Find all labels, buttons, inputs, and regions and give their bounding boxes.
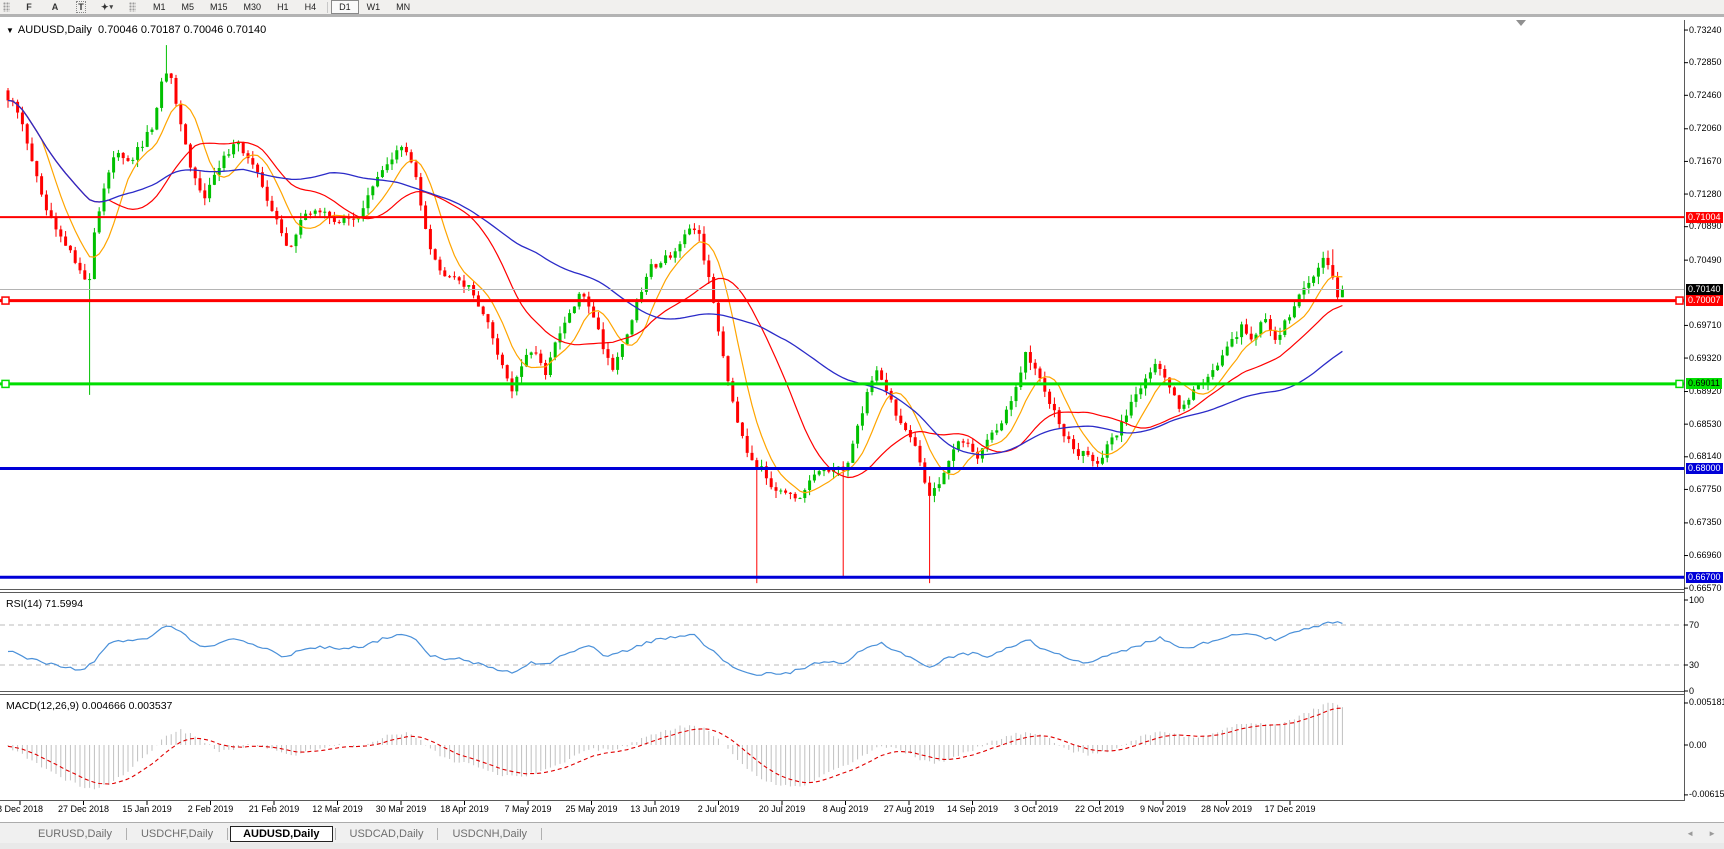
drawing-tools-group: FAT ✦▾ xyxy=(19,1,117,13)
text-tool-icon[interactable]: T xyxy=(71,1,91,13)
timeframe-button-h4[interactable]: H4 xyxy=(297,0,325,14)
timeframe-button-w1[interactable]: W1 xyxy=(359,0,389,14)
toolbar-separator xyxy=(0,14,1724,17)
timeframe-button-d1[interactable]: D1 xyxy=(331,0,359,14)
ma-fast-line xyxy=(8,100,1342,492)
chart-tab-usdcnh[interactable]: USDCNH,Daily xyxy=(440,826,539,842)
chart-tab-eurusd[interactable]: EURUSD,Daily xyxy=(26,826,124,842)
chart-toolbar: FAT ✦▾ M1M5M15M30H1H4 D1W1MN xyxy=(0,0,1724,14)
timeframe-button-m5[interactable]: M5 xyxy=(174,0,203,14)
macd-signal-line xyxy=(8,708,1342,784)
tab-separator xyxy=(541,828,542,840)
horizontal-levels xyxy=(0,217,1684,577)
rsi-line xyxy=(8,622,1342,676)
tab-separator xyxy=(437,828,438,840)
level-anchor-handle[interactable] xyxy=(1676,380,1683,387)
dropdown-caret-icon[interactable]: ▾ xyxy=(110,3,114,11)
chart-tab-usdcad[interactable]: USDCAD,Daily xyxy=(338,826,436,842)
timeframe-buttons-group: M1M5M15M30H1H4 D1W1MN xyxy=(145,0,418,14)
level-anchor-handle[interactable] xyxy=(2,380,9,387)
chart-tab-usdchf[interactable]: USDCHF,Daily xyxy=(129,826,225,842)
toolbar-drag-handle[interactable] xyxy=(3,2,10,12)
level-anchor-handle[interactable] xyxy=(1676,297,1683,304)
price-chart-canvas[interactable] xyxy=(0,0,1724,849)
tab-scroll-right-icon[interactable]: ► xyxy=(1708,829,1716,838)
axis-ticks xyxy=(20,30,1688,805)
arrow-tools-icon[interactable]: ✦▾ xyxy=(97,1,117,13)
chart-tab-audusd[interactable]: AUDUSD,Daily xyxy=(230,826,332,842)
trading-platform-window: FAT✦▾ M1M5M15M30H1H4D1W1MN ▼AUDUSD,Daily… xyxy=(0,0,1724,849)
ma-slow-line xyxy=(8,100,1342,454)
tab-separator xyxy=(126,828,127,840)
timeframe-button-mn[interactable]: MN xyxy=(388,0,418,14)
tab-separator xyxy=(335,828,336,840)
toolbar-drag-handle-2[interactable] xyxy=(129,2,136,12)
text-label-tool-icon[interactable]: A xyxy=(45,1,65,13)
tab-separator xyxy=(227,828,228,840)
bottom-strip xyxy=(0,843,1724,849)
timeframe-button-h1[interactable]: H1 xyxy=(269,0,297,14)
fibonacci-retracement-tool-icon[interactable]: F xyxy=(19,1,39,13)
rsi-pane xyxy=(0,622,1684,676)
chart-tab-bar: EURUSD,Daily USDCHF,Daily AUDUSD,Daily USDC… xyxy=(0,822,1724,844)
moving-averages xyxy=(8,100,1342,492)
chart-shift-marker-icon[interactable] xyxy=(1516,20,1526,26)
timeframe-button-m15[interactable]: M15 xyxy=(202,0,236,14)
macd-pane xyxy=(8,703,1342,790)
timeframe-button-m30[interactable]: M30 xyxy=(236,0,270,14)
candlestick-series xyxy=(7,45,1344,583)
timeframe-button-m1[interactable]: M1 xyxy=(145,0,174,14)
tab-scroll-left-icon[interactable]: ◄ xyxy=(1686,829,1694,838)
level-anchor-handle[interactable] xyxy=(2,297,9,304)
